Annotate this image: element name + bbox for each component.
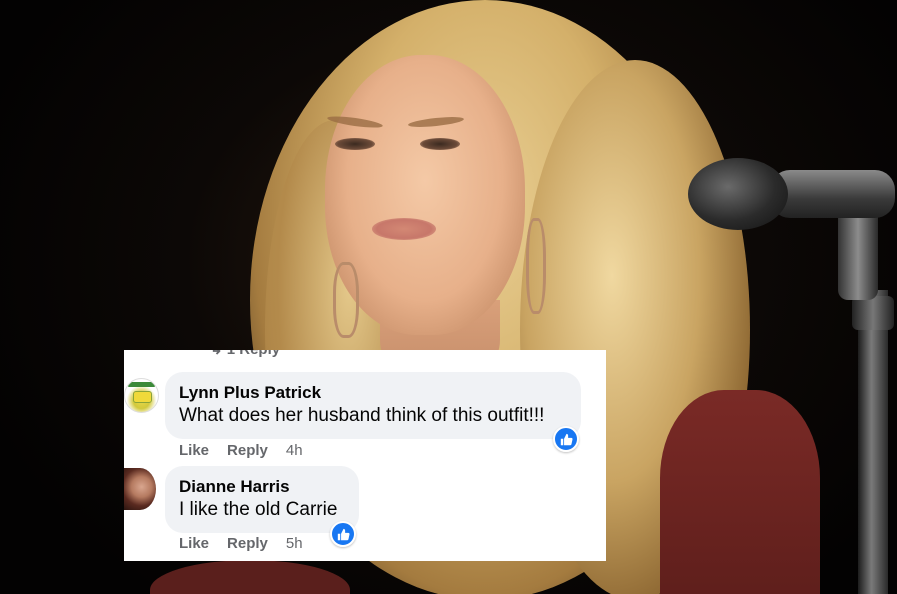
comment-timestamp[interactable]: 4h (286, 442, 303, 459)
comment-timestamp[interactable]: 5h (286, 535, 303, 552)
like-link[interactable]: Like (179, 442, 209, 459)
avatar[interactable] (124, 468, 156, 510)
comment-actions: Like Reply 4h (179, 442, 321, 459)
thumbs-up-icon (337, 528, 350, 540)
comment-text: What does her husband think of this outf… (179, 405, 545, 426)
reply-link[interactable]: Reply (227, 442, 268, 459)
like-link[interactable]: Like (179, 535, 209, 552)
lips (372, 218, 436, 240)
comment-author[interactable]: Lynn Plus Patrick (179, 383, 321, 403)
microphone-stand-joint (852, 296, 894, 330)
reply-link[interactable]: Reply (227, 535, 268, 552)
microphone-head (688, 158, 788, 230)
left-earring (333, 262, 359, 338)
comment-text: I like the old Carrie (179, 499, 338, 520)
comment-bubble: Lynn Plus Patrick What does her husband … (165, 372, 581, 439)
right-eye (420, 138, 460, 150)
dress (660, 390, 820, 594)
comment-author[interactable]: Dianne Harris (179, 477, 290, 497)
replies-link[interactable]: ↳ 1 Reply (210, 350, 280, 358)
right-earring (526, 218, 546, 314)
microphone-stand (858, 290, 888, 594)
avatar[interactable] (124, 378, 159, 413)
comment-thread: ↳ 1 Reply Lynn Plus Patrick What does he… (124, 350, 606, 561)
thumbs-up-icon (560, 433, 573, 445)
comment-bubble: Dianne Harris I like the old Carrie (165, 466, 359, 533)
left-eye (335, 138, 375, 150)
microphone-body (770, 170, 895, 218)
like-icon[interactable] (330, 521, 356, 547)
like-icon[interactable] (553, 426, 579, 452)
avatar-logo-mark (133, 391, 152, 403)
dress-shoulder (150, 560, 350, 594)
comment-actions: Like Reply 5h (179, 535, 321, 552)
avatar-logo-band (128, 382, 155, 387)
